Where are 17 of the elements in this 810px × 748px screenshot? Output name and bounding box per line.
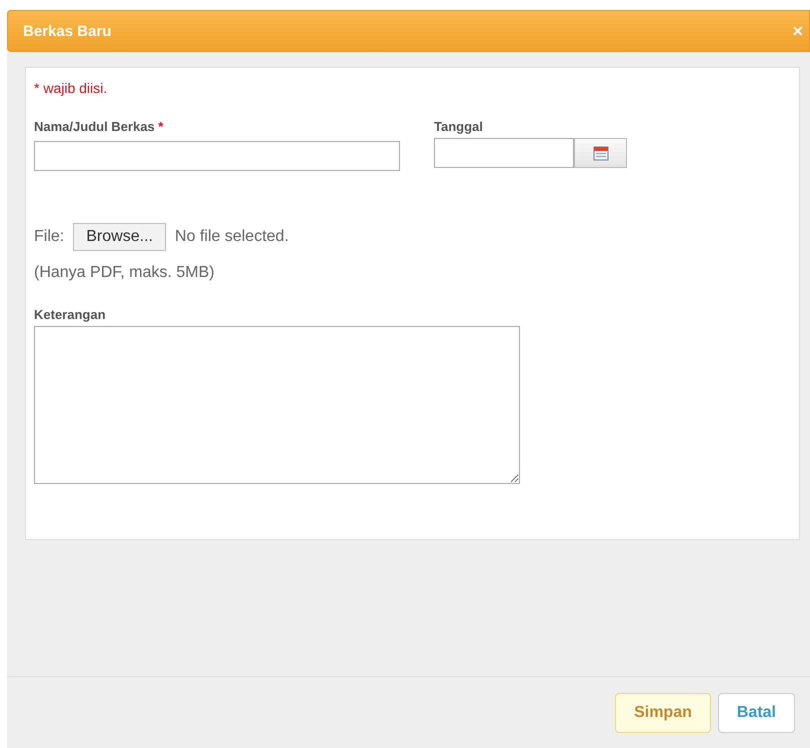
dialog-title: Berkas Baru <box>23 22 112 40</box>
required-mark: * <box>158 119 164 134</box>
file-label: File: <box>34 228 64 246</box>
name-input[interactable] <box>34 141 400 171</box>
calendar-icon <box>592 145 608 161</box>
field-label: Nama/Judul Berkas <box>34 119 155 134</box>
date-input[interactable] <box>434 138 574 168</box>
file-hint: (Hanya PDF, maks. 5MB) <box>34 264 216 282</box>
field-label: Keterangan <box>34 307 107 322</box>
file-status: No file selected. <box>174 228 289 246</box>
calendar-button[interactable] <box>574 138 627 168</box>
cancel-button[interactable]: Batal <box>718 692 795 732</box>
required-note: * wajib diisi. <box>34 80 108 96</box>
browse-button[interactable]: Browse... <box>73 223 166 251</box>
save-button[interactable]: Simpan <box>615 692 711 732</box>
field-label: Tanggal <box>434 119 484 134</box>
close-button[interactable]: × <box>790 20 805 42</box>
